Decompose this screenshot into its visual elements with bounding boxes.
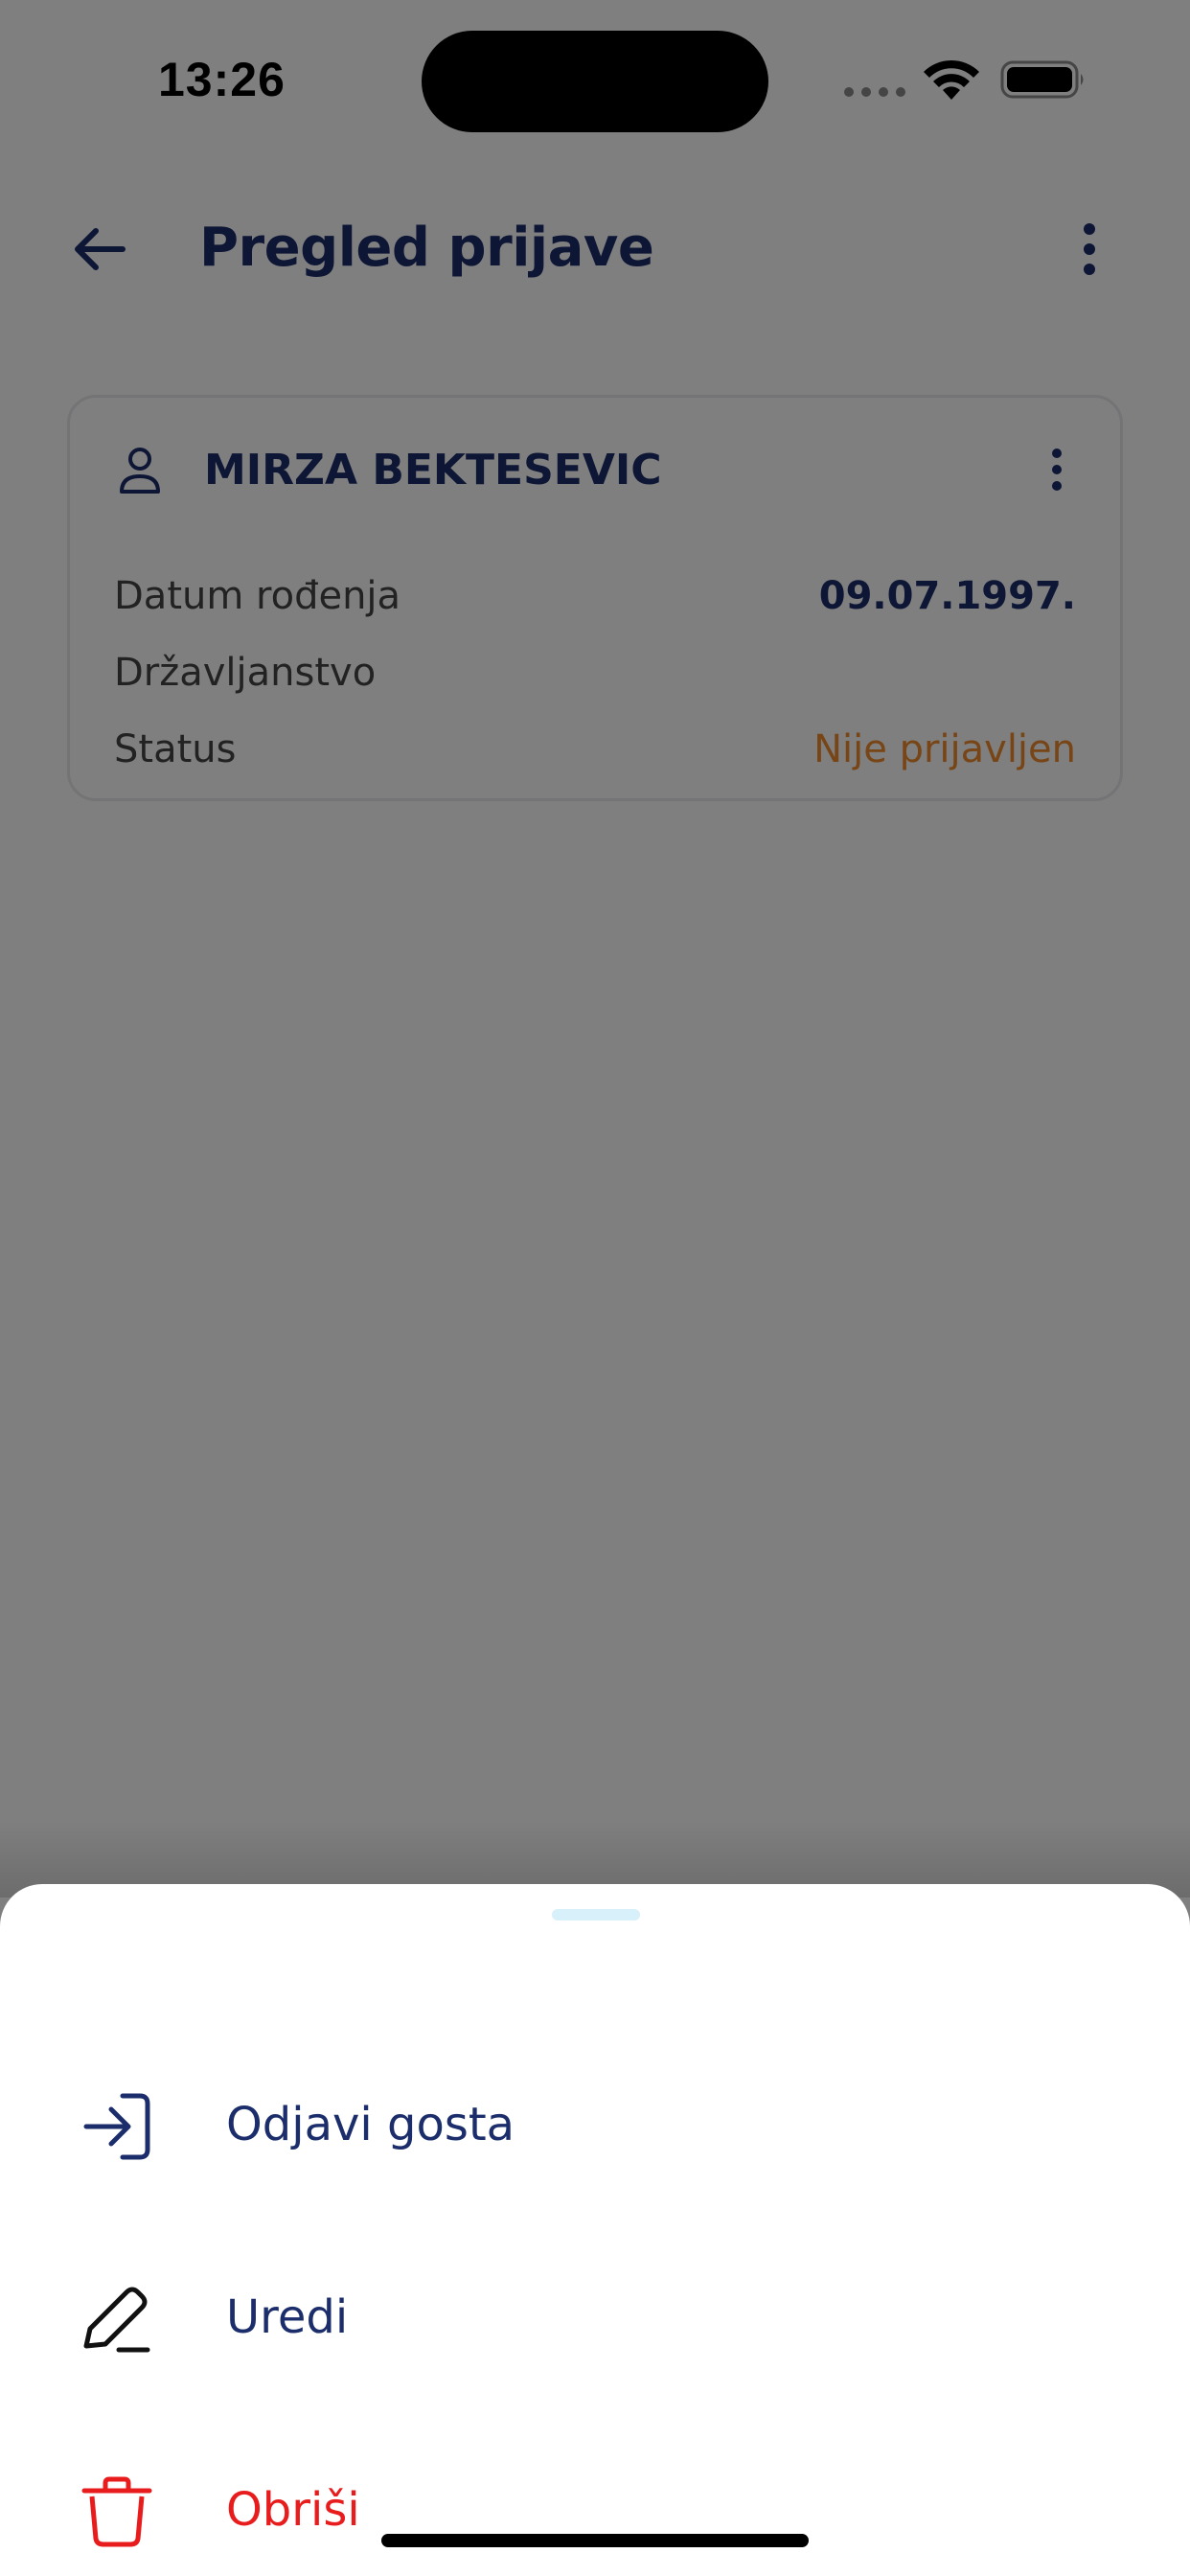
trash-icon bbox=[81, 2476, 152, 2547]
checkout-guest-item[interactable]: Odjavi gosta bbox=[0, 2050, 1190, 2203]
delete-label: Obriši bbox=[226, 2483, 360, 2537]
edit-label: Uredi bbox=[226, 2290, 349, 2344]
app-screen: 13:26 Pregled prijave bbox=[0, 0, 1190, 2576]
checkout-guest-label: Odjavi gosta bbox=[226, 2098, 515, 2151]
sign-in-arrow-icon bbox=[83, 2093, 150, 2160]
pencil-icon bbox=[83, 2287, 150, 2353]
delete-item[interactable]: Obriši bbox=[0, 2435, 1190, 2576]
sheet-grabber[interactable] bbox=[552, 1909, 640, 1920]
action-sheet: Odjavi gosta Uredi Obriši bbox=[0, 1884, 1190, 2576]
edit-item[interactable]: Uredi bbox=[0, 2242, 1190, 2396]
home-indicator[interactable] bbox=[381, 2534, 809, 2547]
